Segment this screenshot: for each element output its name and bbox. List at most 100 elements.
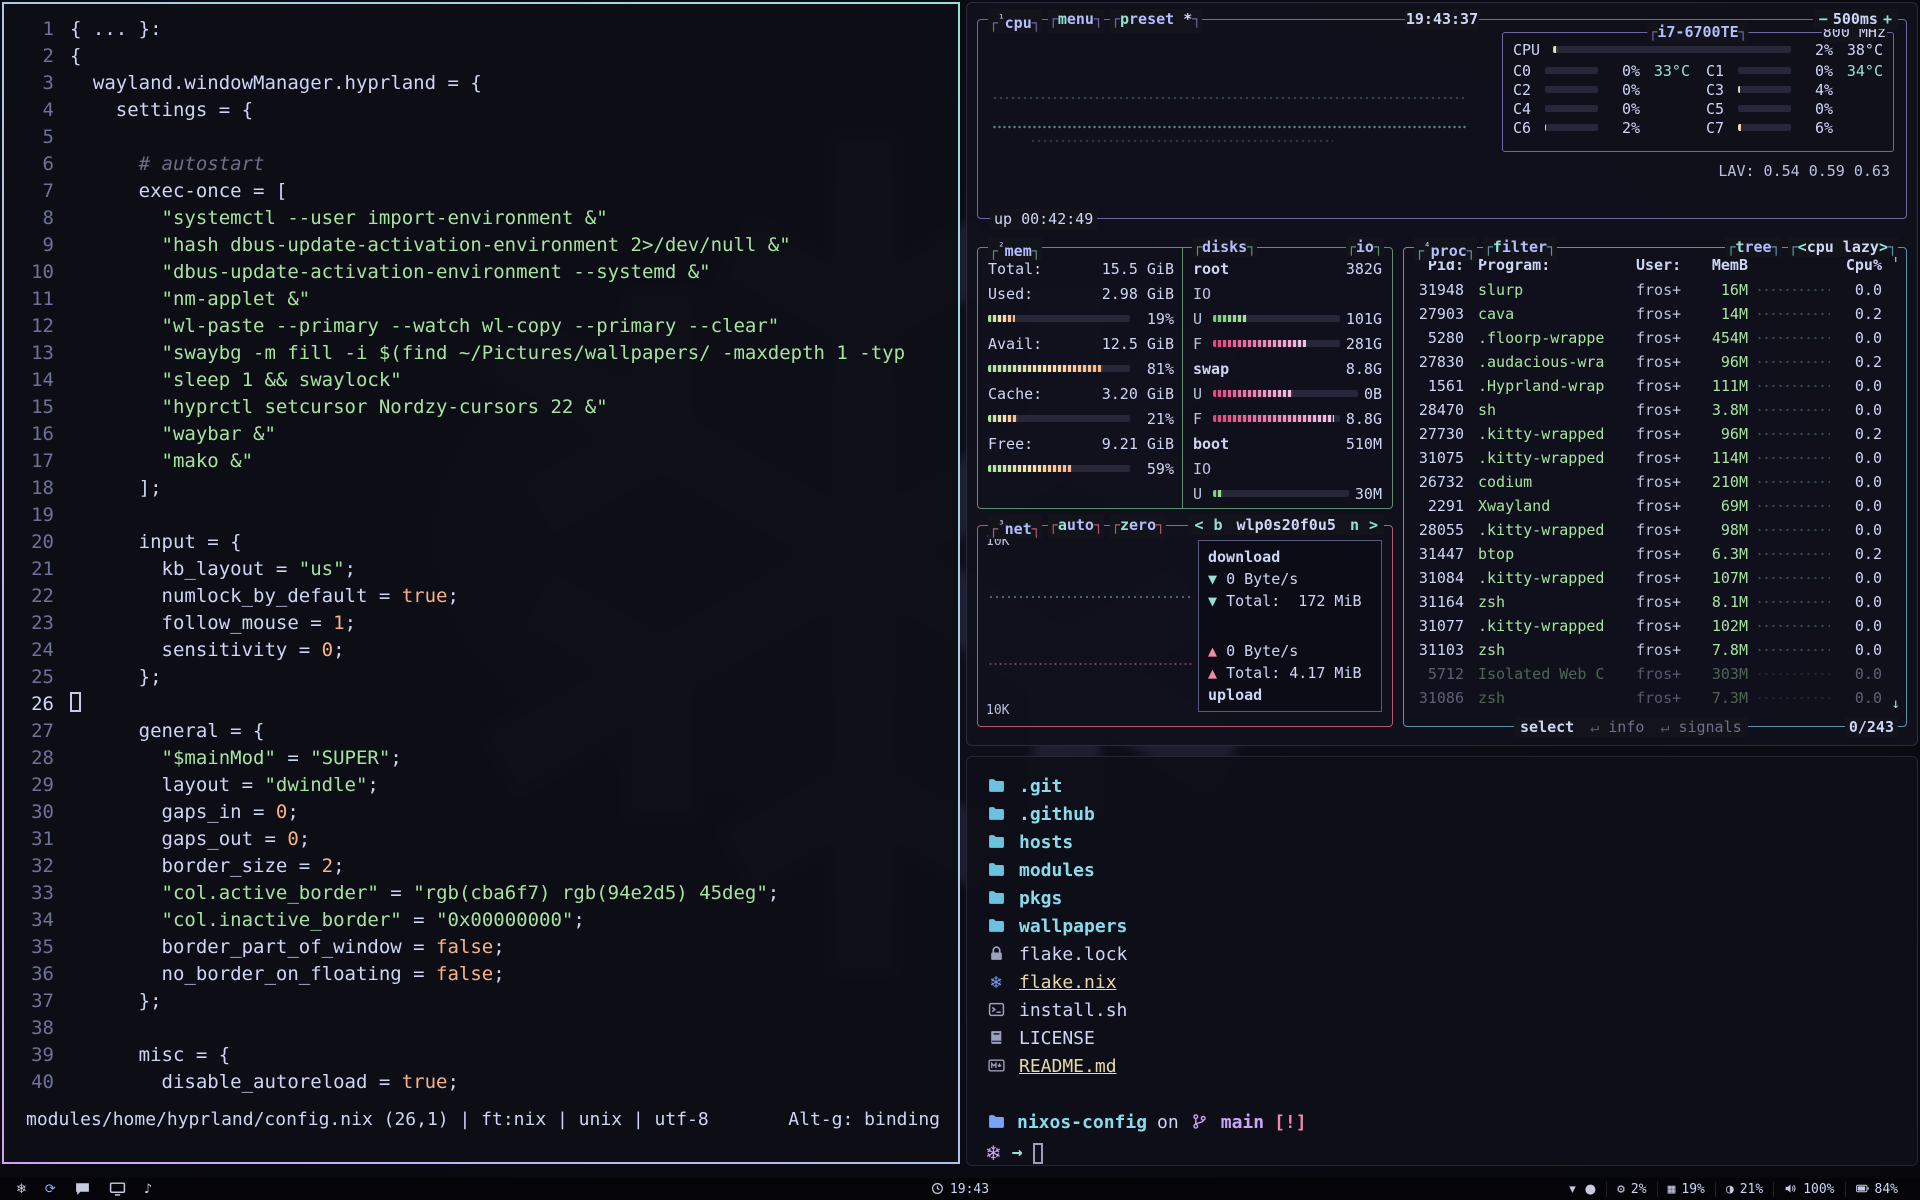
editor-line[interactable]: 16 "waybar &"	[14, 421, 958, 448]
editor-buffer[interactable]: 1{ ... }:2{3 wayland.windowManager.hyprl…	[14, 16, 958, 1096]
process-row[interactable]: 31103zshfros+7.8M0.0	[1404, 638, 1906, 662]
process-row[interactable]: 31075.kitty-wrappedfros+114M0.0	[1404, 446, 1906, 470]
editor-line[interactable]: 33 "col.active_border" = "rgb(cba6f7) rg…	[14, 880, 958, 907]
editor-line[interactable]: 4 settings = {	[14, 97, 958, 124]
interval-decrease-button[interactable]: −	[1814, 10, 1833, 28]
signals-label[interactable]: ↵ signals	[1660, 717, 1741, 737]
io-mode-button[interactable]: io	[1346, 237, 1384, 257]
editor-line[interactable]: 13 "swaybg -m fill -i $(find ~/Pictures/…	[14, 340, 958, 367]
waybar-gauge-module[interactable]: ◑21%	[1715, 1182, 1773, 1197]
editor-line[interactable]: 1{ ... }:	[14, 16, 958, 43]
process-row[interactable]: 26732codiumfros+210M0.0	[1404, 470, 1906, 494]
header-cpu[interactable]: Cpu%	[1838, 256, 1882, 274]
header-mem[interactable]: MemB	[1694, 256, 1748, 274]
process-row[interactable]: 5712Isolated Web Cfros+303M0.0	[1404, 662, 1906, 686]
net-auto-button[interactable]: auto	[1048, 515, 1104, 539]
process-row[interactable]: 31447btopfros+6.3M0.2	[1404, 542, 1906, 566]
waybar-gear-module[interactable]: ⚙2%	[1606, 1182, 1656, 1197]
editor-line[interactable]: 35 border_part_of_window = false;	[14, 934, 958, 961]
editor-line[interactable]: 14 "sleep 1 && swaylock"	[14, 367, 958, 394]
select-label[interactable]: select	[1520, 717, 1574, 737]
process-row[interactable]: 28055.kitty-wrappedfros+98M0.0	[1404, 518, 1906, 542]
editor-line[interactable]: 18 ];	[14, 475, 958, 502]
editor-line[interactable]: 38	[14, 1015, 958, 1042]
waybar-nix-module[interactable]: ❄	[16, 1182, 27, 1197]
btop-window[interactable]: ¹cpu menu preset * 19:43:37 −500ms+ i7-6…	[966, 2, 1918, 746]
disks-title[interactable]: disks	[1192, 237, 1257, 257]
editor-line[interactable]: 36 no_border_on_floating = false;	[14, 961, 958, 988]
tray-tray-arrow[interactable]: ▾	[1569, 1182, 1576, 1197]
waybar-display-module[interactable]	[109, 1180, 126, 1199]
editor-line[interactable]: 21 kb_layout = "us";	[14, 556, 958, 583]
editor-line[interactable]: 34 "col.inactive_border" = "0x00000000";	[14, 907, 958, 934]
editor-line[interactable]: 29 layout = "dwindle";	[14, 772, 958, 799]
cpu-box-title[interactable]: ¹cpu	[988, 9, 1042, 33]
process-row[interactable]: 27903cavafros+14M0.2	[1404, 302, 1906, 326]
shell-prompt-input[interactable]: ❄ →	[985, 1139, 1899, 1166]
editor-line[interactable]: 11 "nm-applet &"	[14, 286, 958, 313]
editor-window[interactable]: 1{ ... }:2{3 wayland.windowManager.hyprl…	[2, 2, 960, 1164]
editor-line[interactable]: 2{	[14, 43, 958, 70]
editor-line[interactable]: 24 sensitivity = 0;	[14, 637, 958, 664]
editor-line[interactable]: 17 "mako &"	[14, 448, 958, 475]
process-row[interactable]: 31164zshfros+8.1M0.0	[1404, 590, 1906, 614]
editor-line[interactable]: 28 "$mainMod" = "SUPER";	[14, 745, 958, 772]
editor-line[interactable]: 12 "wl-paste --primary --watch wl-copy -…	[14, 313, 958, 340]
net-interface-selector[interactable]: <b wlp0s20f0u5 n>	[1188, 515, 1384, 535]
waybar-battery-module[interactable]: 84%	[1845, 1182, 1908, 1197]
editor-line[interactable]: 32 border_size = 2;	[14, 853, 958, 880]
editor-line[interactable]: 20 input = {	[14, 529, 958, 556]
editor-line[interactable]: 22 numlock_by_default = true;	[14, 583, 958, 610]
process-row[interactable]: 31948slurpfros+16M0.0	[1404, 278, 1906, 302]
sort-prev-button[interactable]: <	[1798, 238, 1807, 256]
tree-toggle-button[interactable]: tree	[1725, 237, 1781, 257]
waybar-clock-module[interactable]: 19:43	[931, 1182, 989, 1197]
info-label[interactable]: ↵ info	[1590, 717, 1644, 737]
editor-line[interactable]: 15 "hyprctl setcursor Nordzy-cursors 22 …	[14, 394, 958, 421]
preset-button[interactable]: preset *	[1110, 9, 1202, 33]
editor-line[interactable]: 10 "dbus-update-activation-environment -…	[14, 259, 958, 286]
waybar-ram-module[interactable]: ▦19%	[1657, 1182, 1715, 1197]
editor-line[interactable]: 19	[14, 502, 958, 529]
tray-tray-dot[interactable]: ●	[1585, 1182, 1596, 1197]
waybar-music-module[interactable]: ♪	[144, 1182, 152, 1197]
editor-line[interactable]: 31 gaps_out = 0;	[14, 826, 958, 853]
editor-line[interactable]: 40 disable_autoreload = true;	[14, 1069, 958, 1096]
process-row[interactable]: 27730.kitty-wrappedfros+96M0.2	[1404, 422, 1906, 446]
editor-line[interactable]: 23 follow_mouse = 1;	[14, 610, 958, 637]
process-row[interactable]: 28470shfros+3.8M0.0	[1404, 398, 1906, 422]
editor-line[interactable]: 39 misc = {	[14, 1042, 958, 1069]
net-zero-button[interactable]: zero	[1110, 515, 1166, 539]
editor-line[interactable]: 7 exec-once = [	[14, 178, 958, 205]
editor-line[interactable]: 6 # autostart	[14, 151, 958, 178]
interval-increase-button[interactable]: +	[1878, 10, 1897, 28]
header-user[interactable]: User:	[1636, 256, 1694, 274]
terminal-window[interactable]: .git.githubhostsmodulespkgswallpapersfla…	[966, 756, 1918, 1166]
filter-button[interactable]: filter	[1483, 237, 1557, 261]
editor-line[interactable]: 26	[14, 691, 958, 718]
editor-line[interactable]: 3 wayland.windowManager.hyprland = {	[14, 70, 958, 97]
sort-next-button[interactable]: >	[1879, 238, 1888, 256]
mem-box-title[interactable]: ²mem	[988, 237, 1042, 261]
process-row[interactable]: 27830.audacious-wrafros+96M0.2	[1404, 350, 1906, 374]
waybar-chat-module[interactable]	[74, 1180, 91, 1199]
process-row[interactable]: 31086zshfros+7.3M0.0	[1404, 686, 1906, 710]
editor-line[interactable]: 9 "hash dbus-update-activation-environme…	[14, 232, 958, 259]
net-box-title[interactable]: ³net	[988, 515, 1042, 539]
editor-line[interactable]: 25 };	[14, 664, 958, 691]
proc-box-title[interactable]: ⁴proc	[1414, 237, 1477, 261]
process-row[interactable]: 31077.kitty-wrappedfros+102M0.0	[1404, 614, 1906, 638]
process-row[interactable]: 1561.Hyprland-wrapfros+111M0.0	[1404, 374, 1906, 398]
sort-selector[interactable]: <cpu lazy>	[1788, 237, 1898, 257]
editor-line[interactable]: 8 "systemctl --user import-environment &…	[14, 205, 958, 232]
editor-line[interactable]: 30 gaps_in = 0;	[14, 799, 958, 826]
process-row[interactable]: 31084.kitty-wrappedfros+107M0.0	[1404, 566, 1906, 590]
process-row[interactable]: 5280.floorp-wrappefros+454M0.0	[1404, 326, 1906, 350]
editor-line[interactable]: 27 general = {	[14, 718, 958, 745]
menu-button[interactable]: menu	[1048, 9, 1104, 33]
process-row[interactable]: 2291Xwaylandfros+69M0.0	[1404, 494, 1906, 518]
editor-line[interactable]: 5	[14, 124, 958, 151]
editor-line[interactable]: 37 };	[14, 988, 958, 1015]
waybar-refresh-module[interactable]: ⟳	[45, 1182, 56, 1197]
waybar-speaker-module[interactable]: 100%	[1773, 1182, 1844, 1197]
